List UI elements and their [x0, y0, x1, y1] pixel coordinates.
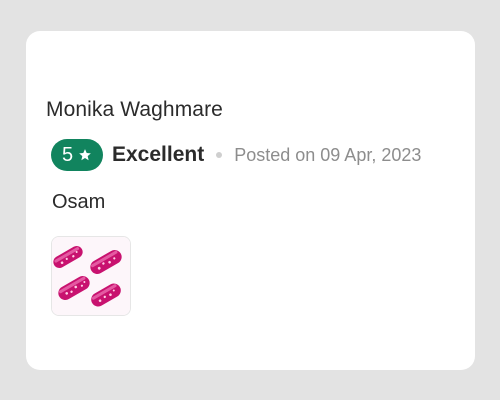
dot-separator	[216, 152, 223, 158]
posted-date: Posted on 09 Apr, 2023	[234, 144, 422, 165]
star-icon	[78, 148, 92, 162]
product-photo	[52, 237, 130, 315]
rating-value: 5	[61, 143, 74, 166]
rating-badge: 5	[51, 139, 103, 171]
rating-label: Excellent	[112, 143, 205, 166]
reviewer-name: Monika Waghmare	[46, 98, 223, 121]
review-text: Osam	[52, 191, 106, 213]
rating-row: 5 Excellent Posted on 09 Apr, 2023	[51, 139, 421, 171]
review-card: Monika Waghmare 5 Excellent Posted on 09…	[26, 31, 475, 370]
review-photo-thumbnail[interactable]	[51, 236, 131, 316]
